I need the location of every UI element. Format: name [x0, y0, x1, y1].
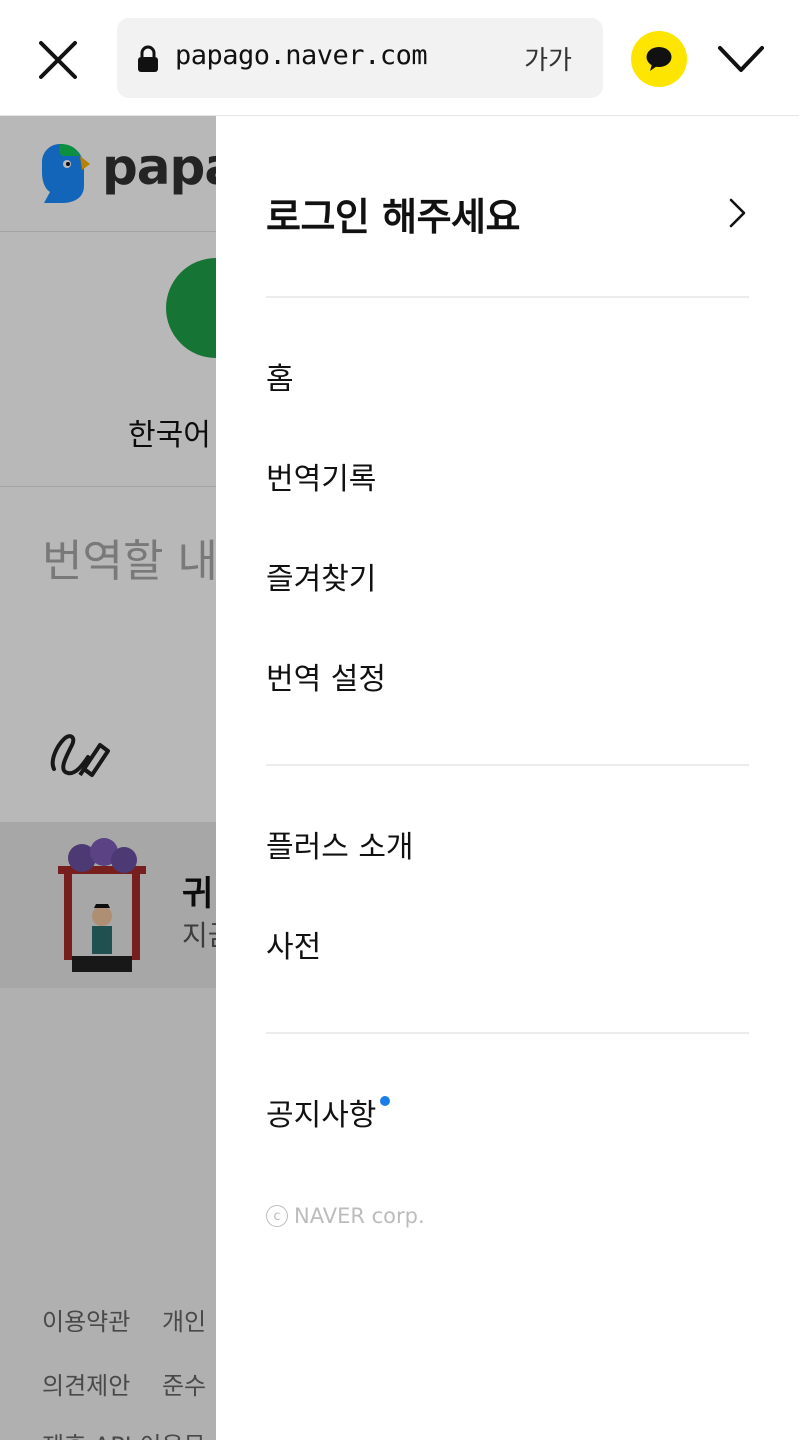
menu-item-favorites[interactable]: 즐겨찾기	[266, 558, 376, 602]
menu-item-dictionary[interactable]: 사전	[266, 926, 321, 970]
url-text: papago.naver.com	[175, 40, 428, 71]
chevron-right-icon	[729, 198, 746, 228]
lock-icon	[135, 45, 161, 73]
menu-item-notice-label: 공지사항	[266, 1098, 377, 1133]
close-icon[interactable]	[28, 30, 88, 90]
copyright-text: NAVER corp.	[294, 1204, 425, 1228]
login-prompt-row[interactable]: 로그인 해주세요	[266, 168, 749, 258]
copyright-icon: c	[266, 1205, 288, 1227]
menu-item-notice[interactable]: 공지사항	[266, 1094, 391, 1138]
text-size-button[interactable]: 가가	[493, 18, 603, 98]
browser-toolbar: papago.naver.com 가가	[0, 0, 799, 116]
menu-item-history[interactable]: 번역기록	[266, 458, 376, 502]
address-bar[interactable]: papago.naver.com 가가	[117, 18, 603, 98]
login-prompt-text: 로그인 해주세요	[266, 194, 520, 239]
menu-divider	[266, 1032, 749, 1034]
side-menu-drawer: 로그인 해주세요 홈 번역기록 즐겨찾기 번역 설정 플러스 소개 사전 공지사…	[216, 116, 799, 1440]
menu-divider	[266, 764, 749, 766]
menu-item-home[interactable]: 홈	[266, 358, 294, 402]
new-badge-dot	[380, 1096, 391, 1106]
menu-item-settings[interactable]: 번역 설정	[266, 658, 386, 702]
menu-divider	[266, 296, 749, 298]
kakao-talk-icon[interactable]	[631, 31, 687, 87]
copyright: c NAVER corp.	[266, 1204, 425, 1228]
chevron-down-icon[interactable]	[714, 34, 768, 84]
menu-item-plus-intro[interactable]: 플러스 소개	[266, 826, 414, 870]
